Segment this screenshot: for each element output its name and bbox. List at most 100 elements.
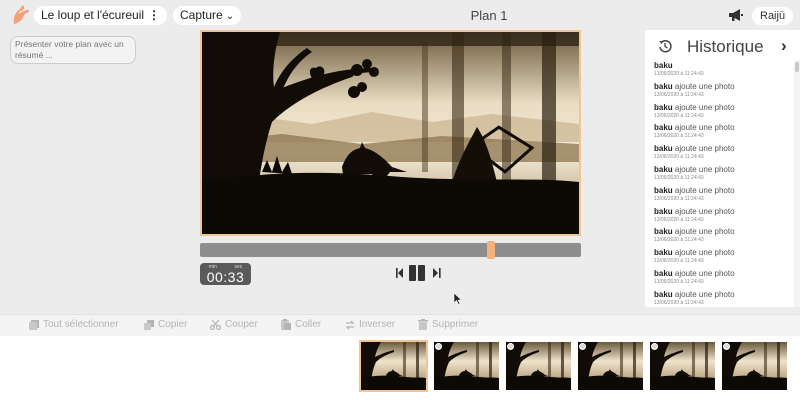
history-panel: Historique › baku 13/06/2020 à 11:24:43 b… [645,30,800,307]
history-entry-action: ajoute une photo [674,144,735,154]
invert-button[interactable]: Inverser [345,319,395,330]
filmstrip-frame[interactable] [359,340,428,392]
history-entry: baku ajoute une photo 13/06/2020 à 11:24:… [654,227,789,248]
chevron-right-icon[interactable]: › [781,36,787,56]
history-entry: baku ajoute une photo 13/06/2020 à 11:24:… [654,207,789,228]
app-logo-icon[interactable] [10,4,32,26]
select-all-button[interactable]: Tout sélectionner [29,319,119,330]
history-entry: baku ajoute une photo 13/06/2020 à 11:24:… [654,103,789,124]
history-entry-date: 13/06/2020 à 11:24:43 [654,258,704,265]
preview-viewer[interactable] [200,30,581,236]
filmstrip-frame[interactable] [722,342,787,390]
history-scrollbar[interactable] [794,60,800,307]
timecode-display: min sec 00:33 [200,263,251,285]
history-entry-date: 13/06/2020 à 11:24:43 [654,278,704,285]
invert-icon [345,320,355,329]
frame-badge-icon [651,343,658,350]
history-entry-action: ajoute une photo [674,206,735,216]
paste-label: Coller [295,319,322,330]
scene-image [202,32,579,234]
history-entry: baku 13/06/2020 à 11:24:43 [654,61,789,82]
history-entry-user: baku [654,144,673,154]
history-entry-user: baku [654,61,673,70]
history-entry-user: baku [654,81,673,91]
paste-icon [281,319,291,330]
user-button[interactable]: Raijū [752,7,794,25]
filmstrip-frame[interactable] [434,342,499,390]
project-title-chip[interactable]: Le loup et l'écureuil ⋮ [34,6,168,25]
history-entry: baku ajoute une photo 13/06/2020 à 11:24:… [654,165,789,186]
history-entry-action: ajoute une photo [674,248,735,258]
edit-toolbar: Tout sélectionner Copier Couper Coller I… [0,314,800,336]
paste-button[interactable]: Coller [281,319,321,330]
frame-badge-icon [579,343,586,350]
copy-button[interactable]: Copier [144,319,187,330]
history-entry-action: ajoute une photo [674,164,735,174]
pause-icon[interactable] [409,265,425,281]
plan-summary-field[interactable]: Présenter votre plan avec un résumé ... [10,36,136,64]
cut-label: Couper [225,319,258,330]
kebab-menu-icon[interactable]: ⋮ [148,8,160,22]
history-entry-user: baku [654,289,673,299]
timecode-value: 00:33 [206,269,245,285]
history-entry-date: 13/06/2020 à 11:24:43 [654,91,704,98]
history-entry: baku ajoute une photo 13/06/2020 à 11:24:… [654,248,789,269]
chevron-down-icon: ⌄ [225,11,235,22]
mode-label: Capture [180,8,223,22]
history-entry: baku ajoute une photo 13/06/2020 à 11:24:… [654,123,789,144]
history-entry: baku ajoute une photo 13/06/2020 à 11:24:… [654,269,789,290]
filmstrip-frame[interactable] [506,342,571,390]
history-entry-date: 13/06/2020 à 11:24:43 [654,112,704,119]
history-entry-action: ajoute une photo [674,102,735,112]
history-entry-date: 13/06/2020 à 11:24:43 [654,237,704,244]
history-entry-user: baku [654,206,673,216]
cut-button[interactable]: Couper [210,319,258,330]
frame-badge-icon [723,343,730,350]
history-title: Historique [687,37,764,56]
history-entry-action: ajoute une photo [674,289,735,299]
frame-badge-icon [435,343,442,350]
history-entry-action: ajoute une photo [674,123,735,133]
history-entry-user: baku [654,248,673,258]
trash-icon [418,319,428,330]
copy-icon [144,319,154,330]
history-entry-action: ajoute une photo [674,81,735,91]
invert-label: Inverser [359,319,396,330]
history-entry: baku ajoute une photo 13/06/2020 à 11:24:… [654,144,789,165]
history-entry-date: 13/06/2020 à 11:24:43 [654,133,704,140]
history-entry-date: 13/06/2020 à 11:24:43 [654,195,704,202]
mode-dropdown[interactable]: Capture ⌄ [173,6,242,25]
history-scrollbar-thumb[interactable] [795,62,799,72]
transport-controls [396,265,441,281]
history-header: Historique › [645,30,800,60]
scrubber-handle[interactable] [487,241,495,259]
copy-label: Copier [158,319,188,330]
history-entry-user: baku [654,185,673,195]
history-entry: baku ajoute une photo 13/06/2020 à 11:24:… [654,290,789,307]
frame-badge-icon [507,343,514,350]
filmstrip-frame[interactable] [650,342,715,390]
next-frame-icon[interactable] [433,268,441,278]
timeline-scrubber[interactable] [200,241,581,259]
delete-label: Supprimer [432,319,479,330]
mouse-cursor-icon [453,292,463,305]
previous-frame-icon[interactable] [396,268,403,278]
history-entry-date: 13/06/2020 à 11:24:43 [654,71,704,77]
megaphone-icon[interactable] [728,8,744,22]
scissors-icon [210,319,221,330]
history-entry-date: 13/06/2020 à 11:24:43 [654,299,704,306]
history-entry-user: baku [654,227,673,237]
history-entry-user: baku [654,164,673,174]
filmstrip [0,336,800,401]
top-bar: Le loup et l'écureuil ⋮ Capture ⌄ Plan 1 R… [0,0,800,30]
history-list: baku 13/06/2020 à 11:24:43 baku ajoute un… [654,61,789,307]
history-entry-user: baku [654,102,673,112]
history-entry-action: ajoute une photo [674,268,735,278]
delete-button[interactable]: Supprimer [418,319,478,330]
project-title: Le loup et l'écureuil [41,8,145,22]
filmstrip-frame[interactable] [578,342,643,390]
history-entry-action: ajoute une photo [674,227,735,237]
history-entry: baku ajoute une photo 13/06/2020 à 11:24:… [654,82,789,103]
select-all-icon [29,319,39,330]
plan-title: Plan 1 [470,8,508,23]
